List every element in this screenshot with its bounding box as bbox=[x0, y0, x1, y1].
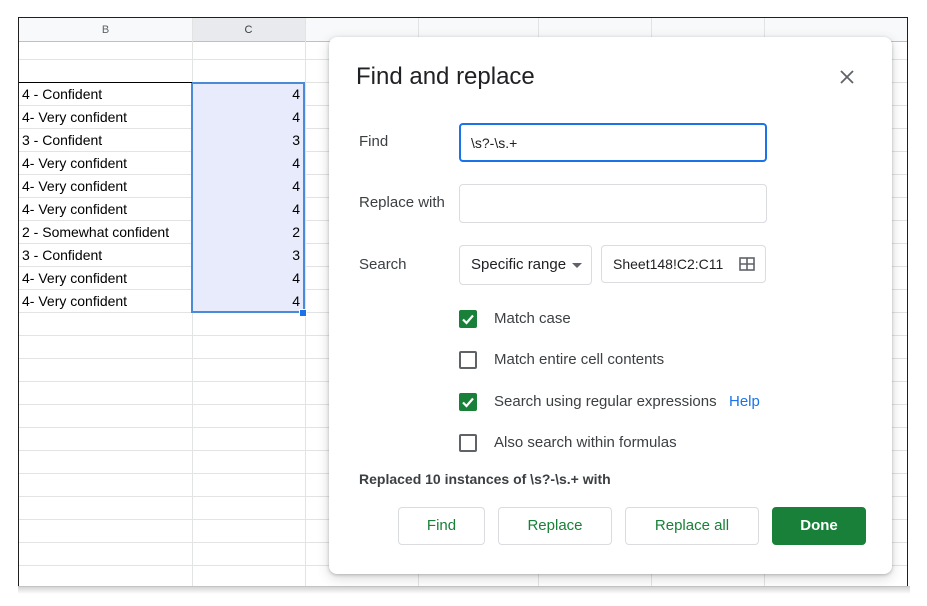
cell-c[interactable]: 4 bbox=[192, 289, 305, 312]
search-formulas-label: Also search within formulas bbox=[494, 434, 677, 451]
regex-checkbox[interactable] bbox=[459, 393, 477, 411]
cell-c[interactable]: 4 bbox=[192, 266, 305, 289]
cell-b[interactable]: 3 - Confident bbox=[19, 243, 190, 266]
cell-b[interactable]: 4- Very confident bbox=[19, 289, 190, 312]
search-scope-dropdown[interactable]: Specific range bbox=[459, 245, 592, 285]
grid-column-line bbox=[305, 18, 306, 586]
cell-c[interactable]: 4 bbox=[192, 105, 305, 128]
cell-c[interactable]: 4 bbox=[192, 151, 305, 174]
cell-b[interactable]: 4- Very confident bbox=[19, 105, 190, 128]
cell-c[interactable]: 4 bbox=[192, 82, 305, 105]
cell-b[interactable]: 4- Very confident bbox=[19, 266, 190, 289]
cell-b[interactable]: 4- Very confident bbox=[19, 151, 190, 174]
regex-label: Search using regular expressions bbox=[494, 393, 717, 410]
cell-b[interactable]: 4- Very confident bbox=[19, 197, 190, 220]
range-value: Sheet148!C2:C11 bbox=[613, 256, 724, 272]
cell-c[interactable]: 3 bbox=[192, 243, 305, 266]
replace-label: Replace with bbox=[359, 194, 445, 211]
cell-border bbox=[19, 82, 192, 83]
match-case-checkbox[interactable] bbox=[459, 310, 477, 328]
search-formulas-checkbox[interactable] bbox=[459, 434, 477, 452]
find-input[interactable] bbox=[459, 123, 767, 162]
find-replace-dialog: Find and replace Find Replace with Searc… bbox=[329, 37, 892, 574]
cell-c[interactable]: 4 bbox=[192, 174, 305, 197]
range-field[interactable]: Sheet148!C2:C11 bbox=[601, 245, 766, 283]
cell-b[interactable]: 4 - Confident bbox=[19, 82, 190, 105]
done-button[interactable]: Done bbox=[772, 507, 866, 545]
match-case-label: Match case bbox=[494, 310, 571, 327]
window-shadow bbox=[18, 586, 910, 594]
checkmark-icon bbox=[462, 397, 474, 408]
replace-all-button[interactable]: Replace all bbox=[625, 507, 759, 545]
search-label: Search bbox=[359, 256, 407, 273]
cell-c[interactable]: 3 bbox=[192, 128, 305, 151]
replace-input[interactable] bbox=[459, 184, 767, 223]
cell-c[interactable]: 4 bbox=[192, 197, 305, 220]
find-button[interactable]: Find bbox=[398, 507, 485, 545]
find-label: Find bbox=[359, 133, 389, 150]
select-range-icon[interactable] bbox=[739, 256, 755, 272]
checkmark-icon bbox=[462, 314, 474, 325]
cell-b[interactable]: 2 - Somewhat confident bbox=[19, 220, 190, 243]
match-entire-cell-label: Match entire cell contents bbox=[494, 351, 665, 368]
replace-button[interactable]: Replace bbox=[498, 507, 612, 545]
cell-b[interactable]: 4- Very confident bbox=[19, 174, 190, 197]
match-entire-cell-checkbox[interactable] bbox=[459, 351, 477, 369]
column-header-c[interactable]: C bbox=[192, 18, 305, 42]
help-link[interactable]: Help bbox=[729, 393, 760, 410]
dialog-title: Find and replace bbox=[356, 63, 535, 90]
cell-c[interactable]: 2 bbox=[192, 220, 305, 243]
cell-b[interactable]: 3 - Confident bbox=[19, 128, 190, 151]
close-icon[interactable] bbox=[837, 67, 857, 87]
column-header-b[interactable]: B bbox=[19, 18, 192, 42]
status-message: Replaced 10 instances of \s?-\s.+ with bbox=[359, 471, 611, 487]
chevron-down-icon bbox=[572, 263, 582, 268]
search-scope-value: Specific range bbox=[471, 256, 567, 273]
